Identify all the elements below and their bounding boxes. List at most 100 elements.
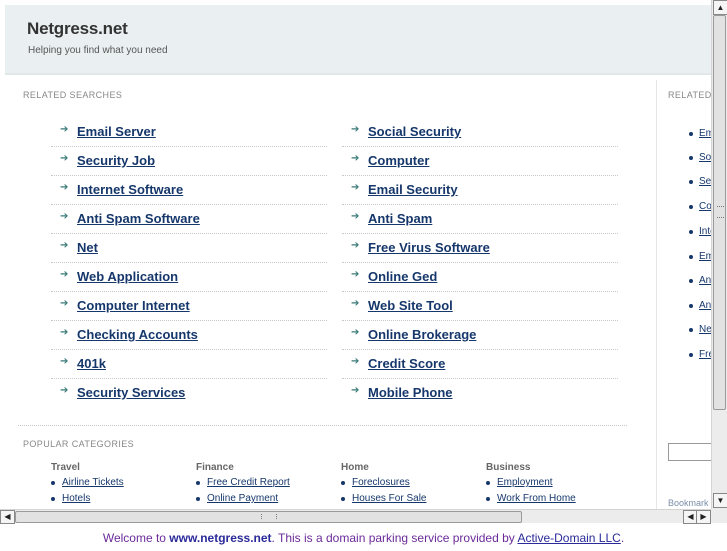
scrollbar-corner [711, 509, 727, 523]
bullet-icon [486, 497, 490, 501]
search-link-row[interactable]: ➔ Web Application [51, 263, 327, 292]
search-link-row[interactable]: ➔ Security Services [51, 379, 327, 408]
search-link-row[interactable]: ➔ Security Job [51, 147, 327, 176]
side-search-input[interactable] [668, 443, 711, 461]
arrow-right-icon: ➔ [351, 356, 360, 367]
scroll-right-button[interactable]: ▶ [696, 510, 711, 524]
provider-link[interactable]: Active-Domain LLC [517, 531, 620, 545]
search-link-row[interactable]: ➔ Internet Software [51, 176, 327, 205]
scroll-left-button[interactable]: ◀ [0, 510, 15, 524]
search-link[interactable]: Email Server [77, 124, 156, 139]
search-link[interactable]: Net [77, 240, 98, 255]
bullet-icon [689, 132, 693, 136]
bullet-icon [51, 497, 55, 501]
search-link[interactable]: Anti Spam Software [77, 211, 200, 226]
search-link[interactable]: Web Application [77, 269, 178, 284]
search-link-row[interactable]: ➔ Checking Accounts [51, 321, 327, 350]
side-link[interactable]: Inte [699, 226, 711, 237]
search-link[interactable]: Computer Internet [77, 298, 190, 313]
bullet-icon [196, 481, 200, 485]
arrow-right-icon: ➔ [60, 153, 69, 164]
search-link[interactable]: Online Ged [368, 269, 437, 284]
search-link[interactable]: Email Security [368, 182, 458, 197]
search-link[interactable]: Credit Score [368, 356, 445, 371]
category-item[interactable]: Free Credit Report [196, 477, 336, 493]
search-link-row[interactable]: ➔ Online Ged [342, 263, 618, 292]
search-link-row[interactable]: ➔ Email Server [51, 118, 327, 147]
bullet-icon [689, 180, 693, 184]
search-link-row[interactable]: ➔ Anti Spam Software [51, 205, 327, 234]
bullet-icon [689, 353, 693, 357]
arrow-right-icon: ➔ [351, 153, 360, 164]
category-title: Business [486, 462, 531, 473]
category-link[interactable]: Foreclosures [352, 477, 410, 488]
category-link[interactable]: Online Payment [207, 493, 278, 504]
triangle-up-icon: ▲ [716, 3, 725, 12]
vertical-scrollbar[interactable]: ▲ ▼ [711, 0, 727, 509]
search-link[interactable]: Security Job [77, 153, 155, 168]
search-link-row[interactable]: ➔ Mobile Phone [342, 379, 618, 408]
search-link[interactable]: Web Site Tool [368, 298, 453, 313]
category-item[interactable]: Employment [486, 477, 626, 493]
arrow-right-icon: ➔ [60, 240, 69, 251]
bookmark-link[interactable]: Bookmark [668, 498, 709, 508]
side-link[interactable]: Em [699, 251, 711, 262]
search-link[interactable]: Anti Spam [368, 211, 432, 226]
search-link-row[interactable]: ➔ Email Security [342, 176, 618, 205]
category-item[interactable]: Hotels [51, 493, 191, 509]
side-panel: RELATED Em Soc Sec Co Inte Em Ant Ant Ne… [657, 80, 711, 509]
category-link[interactable]: Work From Home [497, 493, 576, 504]
bullet-icon [689, 328, 693, 332]
side-link[interactable]: Sec [699, 176, 711, 187]
category-item[interactable]: Foreclosures [341, 477, 481, 493]
side-link[interactable]: Ne [699, 324, 711, 335]
category-link[interactable]: Employment [497, 477, 553, 488]
arrow-right-icon: ➔ [351, 182, 360, 193]
footer-notice: Welcome to www.netgress.net. This is a d… [0, 525, 727, 545]
grip-icon [261, 514, 277, 519]
search-link-row[interactable]: ➔ Free Virus Software [342, 234, 618, 263]
side-link[interactable]: Soc [699, 152, 711, 163]
bullet-icon [689, 304, 693, 308]
scroll-down-button[interactable]: ▼ [713, 493, 727, 508]
search-link-row[interactable]: ➔ Anti Spam [342, 205, 618, 234]
side-link[interactable]: Ant [699, 300, 711, 311]
side-link[interactable]: Co [699, 201, 711, 212]
bullet-icon [689, 205, 693, 209]
category-link[interactable]: Hotels [62, 493, 90, 504]
search-link[interactable]: Internet Software [77, 182, 183, 197]
category-item[interactable]: Work From Home [486, 493, 626, 509]
search-link-row[interactable]: ➔ 401k [51, 350, 327, 379]
arrow-right-icon: ➔ [351, 298, 360, 309]
side-link[interactable]: Fre [699, 349, 711, 360]
search-link-row[interactable]: ➔ Computer [342, 147, 618, 176]
category-item[interactable]: Online Payment [196, 493, 336, 509]
search-link[interactable]: Checking Accounts [77, 327, 198, 342]
search-link[interactable]: Security Services [77, 385, 185, 400]
search-link[interactable]: Computer [368, 153, 429, 168]
search-link[interactable]: Social Security [368, 124, 461, 139]
side-link[interactable]: Ant [699, 275, 711, 286]
search-link[interactable]: Online Brokerage [368, 327, 476, 342]
search-link[interactable]: 401k [77, 356, 106, 371]
search-link-row[interactable]: ➔ Credit Score [342, 350, 618, 379]
category-link[interactable]: Free Credit Report [207, 477, 290, 488]
vertical-scroll-thumb[interactable] [713, 15, 726, 410]
category-link[interactable]: Airline Tickets [62, 477, 124, 488]
horizontal-scroll-thumb[interactable] [15, 511, 522, 523]
search-link-row[interactable]: ➔ Web Site Tool [342, 292, 618, 321]
side-link[interactable]: Em [699, 128, 711, 139]
category-item[interactable]: Houses For Sale [341, 493, 481, 509]
category-title: Travel [51, 462, 80, 473]
search-link[interactable]: Free Virus Software [368, 240, 490, 255]
search-link-row[interactable]: ➔ Online Brokerage [342, 321, 618, 350]
category-link[interactable]: Houses For Sale [352, 493, 426, 504]
search-link-row[interactable]: ➔ Net [51, 234, 327, 263]
search-link-row[interactable]: ➔ Social Security [342, 118, 618, 147]
scroll-up-button[interactable]: ▲ [713, 0, 727, 15]
search-link[interactable]: Mobile Phone [368, 385, 453, 400]
category-title: Home [341, 462, 369, 473]
horizontal-scrollbar[interactable]: ◀ ◀ ▶ [0, 509, 711, 524]
search-link-row[interactable]: ➔ Computer Internet [51, 292, 327, 321]
category-item[interactable]: Airline Tickets [51, 477, 191, 493]
